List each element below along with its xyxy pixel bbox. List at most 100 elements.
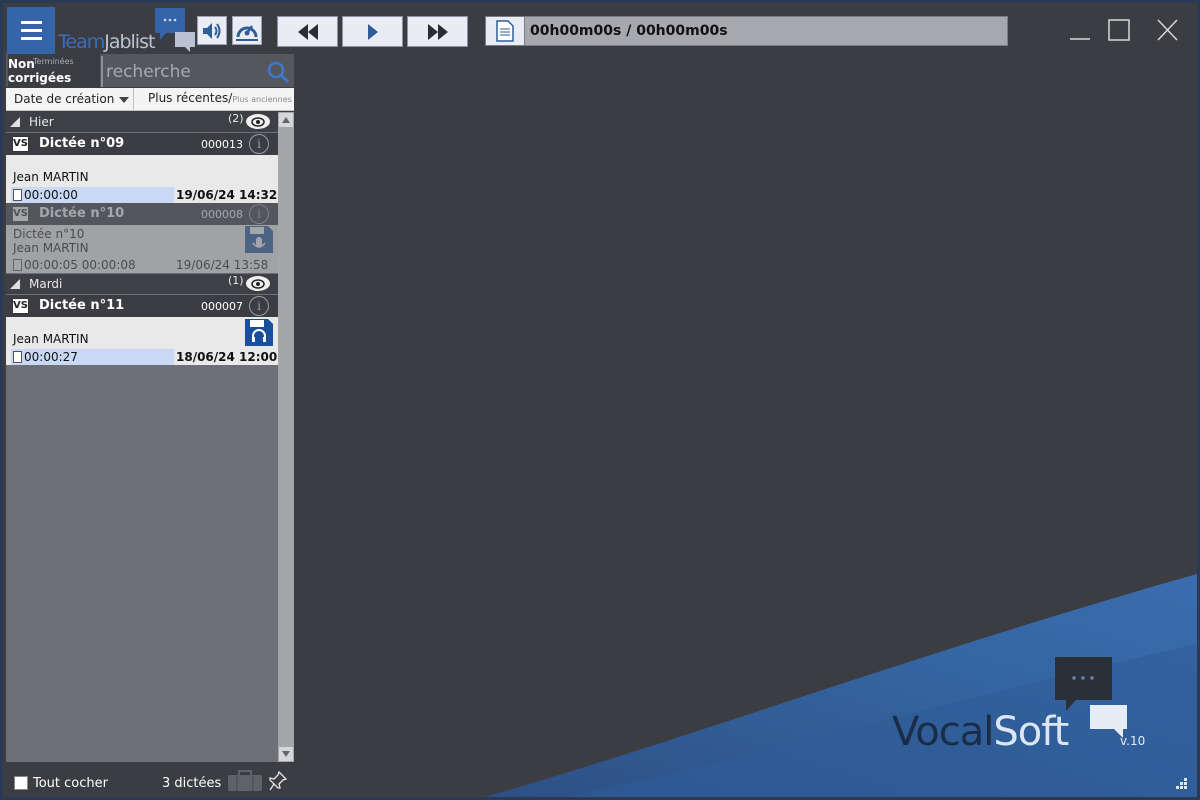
rewind-button[interactable]	[277, 16, 338, 47]
card-date: 19/06/24 13:58	[176, 258, 269, 272]
volume-button[interactable]	[197, 16, 227, 45]
save-headset-icon	[245, 319, 273, 346]
play-button[interactable]	[342, 16, 403, 47]
vocalsoft-logo: VocalSoft	[892, 709, 1069, 755]
check-all-label: Tout cocher	[33, 776, 108, 791]
logo-jablist-text: Jablist	[104, 31, 155, 53]
main-workspace: VocalSoft v.10	[294, 54, 1197, 797]
teamjablist-logo: TeamJablist	[58, 7, 198, 55]
card-duration: 00:00:05 00:00:08	[11, 257, 161, 273]
check-all-checkbox[interactable]	[14, 776, 28, 790]
filter-tabs: Non corrigées Terminées	[6, 54, 294, 87]
card-duration-extra: 00:00:08	[81, 258, 136, 272]
maximize-icon[interactable]	[1106, 19, 1134, 41]
version-label: v.10	[1120, 734, 1146, 748]
group-label: Hier	[29, 115, 54, 129]
sort-order-toggle[interactable]: Plus récentes/Plus anciennes	[148, 88, 292, 111]
card-number: 000013	[201, 138, 243, 151]
card-title: Dictée n°09	[39, 136, 125, 151]
sort-field-label: Date de création	[14, 92, 115, 106]
list-scrollbar[interactable]	[278, 112, 294, 762]
card-body: Dictée n°10 Jean MARTIN 00:00:05 00:00:0…	[6, 225, 278, 273]
card-duration: 00:00:27	[11, 349, 174, 365]
close-icon[interactable]	[1153, 19, 1181, 41]
sort-bar: Date de création Plus récentes/Plus anci…	[6, 88, 294, 111]
speed-button[interactable]	[232, 16, 262, 45]
card-title: Dictée n°11	[39, 298, 125, 313]
vs-icon: VS	[12, 206, 29, 222]
dictation-panel: Non corrigées Terminées Date de création…	[6, 54, 294, 797]
card-body: Jean MARTIN 00:00:00 19/06/24 14:32	[6, 155, 278, 203]
card-duration-value: 00:00:00	[24, 188, 78, 202]
info-icon[interactable]: i	[249, 296, 269, 316]
card-number: 000008	[201, 208, 243, 221]
card-header: VS Dictée n°10 000008 i	[6, 203, 278, 225]
group-label: Mardi	[29, 277, 63, 291]
logo-team-text: Team	[58, 31, 105, 53]
sort-field-select[interactable]: Date de création	[8, 88, 134, 111]
group-header-hier[interactable]: Hier (2)	[6, 112, 278, 132]
resize-grip-icon[interactable]	[1174, 776, 1188, 790]
rewind-icon	[297, 23, 318, 40]
dictation-card[interactable]: VS Dictée n°10 000008 i Dictée n°10 Jean…	[6, 203, 278, 273]
card-author: Jean MARTIN	[13, 170, 89, 184]
save-mic-icon	[245, 226, 273, 253]
document-icon	[13, 351, 22, 363]
time-display: 00h00m00s / 00h00m00s	[485, 16, 1008, 46]
time-value: 00h00m00s / 00h00m00s	[530, 23, 728, 39]
chevron-down-icon	[119, 97, 129, 103]
top-toolbar: TeamJablist 00h00m00s / 00h00m00s	[3, 3, 1197, 54]
search-icon[interactable]	[266, 60, 290, 84]
brand-soft: Soft	[993, 709, 1069, 755]
card-date: 18/06/24 12:00	[176, 350, 278, 364]
sort-order-label: Plus récentes/	[148, 91, 233, 105]
app-window: TeamJablist 00h00m00s / 00h00m00s Non co…	[0, 0, 1200, 800]
group-header-mardi[interactable]: Mardi (1)	[6, 274, 278, 294]
dictation-list: Hier (2) VS Dictée n°09 000013 i Jean MA…	[6, 112, 278, 762]
play-icon	[367, 23, 378, 40]
fast-forward-icon	[427, 23, 448, 40]
eye-icon[interactable]	[246, 276, 270, 291]
tab-non-corrigees[interactable]: Non corrigées	[8, 54, 100, 87]
scroll-down-icon[interactable]	[279, 747, 293, 761]
document-icon[interactable]	[486, 17, 525, 45]
card-date: 19/06/24 14:32	[176, 188, 278, 202]
vs-icon: VS	[12, 136, 29, 152]
info-icon[interactable]: i	[249, 204, 269, 224]
card-header: VS Dictée n°11 000007 i	[6, 295, 278, 317]
briefcase-icon[interactable]	[227, 770, 263, 792]
card-number: 000007	[201, 300, 243, 313]
card-header: VS Dictée n°09 000013 i	[6, 133, 278, 155]
info-icon[interactable]: i	[249, 134, 269, 154]
dictation-card[interactable]: VS Dictée n°11 000007 i Jean MARTIN 00:0…	[6, 295, 278, 365]
card-author: Jean MARTIN	[13, 241, 89, 255]
group-count: (2)	[228, 112, 244, 125]
collapse-triangle-icon[interactable]	[10, 279, 20, 289]
brand-vocal: Vocal	[892, 709, 994, 755]
collapse-triangle-icon[interactable]	[10, 117, 20, 127]
card-title: Dictée n°10	[39, 206, 125, 221]
card-duration: 00:00:00	[11, 187, 174, 203]
sort-order-alt-label: Plus anciennes	[232, 95, 292, 104]
scroll-up-icon[interactable]	[279, 113, 293, 127]
speed-gauge-icon	[236, 24, 258, 41]
minimize-icon[interactable]	[1067, 19, 1095, 41]
dictation-count: 3 dictées	[162, 776, 222, 791]
search-input[interactable]	[106, 58, 261, 85]
dictation-card[interactable]: VS Dictée n°09 000013 i Jean MARTIN 00:0…	[6, 133, 278, 203]
card-author: Jean MARTIN	[13, 332, 89, 346]
card-duration-value: 00:00:05	[24, 258, 78, 272]
speaker-icon	[203, 22, 221, 39]
fast-forward-button[interactable]	[407, 16, 468, 47]
menu-button[interactable]	[7, 7, 55, 54]
group-count: (1)	[228, 274, 244, 287]
document-icon	[13, 189, 22, 201]
list-footer: Tout cocher 3 dictées	[6, 764, 294, 797]
card-duration-value: 00:00:27	[24, 350, 78, 364]
document-icon	[13, 259, 22, 271]
vs-icon: VS	[12, 298, 29, 314]
card-subtitle: Dictée n°10	[13, 227, 85, 241]
eye-icon[interactable]	[246, 114, 270, 129]
pin-icon[interactable]	[269, 771, 287, 791]
card-body: Jean MARTIN 00:00:27 18/06/24 12:00	[6, 317, 278, 365]
